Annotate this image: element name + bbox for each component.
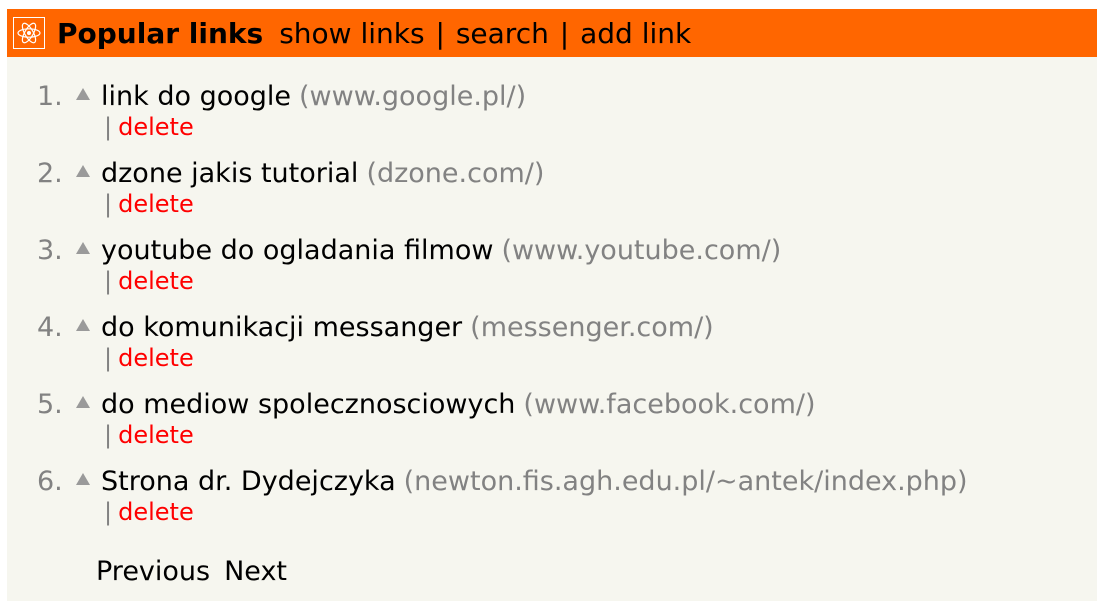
delete-link[interactable]: delete <box>118 421 194 449</box>
item-rank: 6. <box>37 466 63 497</box>
item-subline: | delete <box>104 112 194 142</box>
upvote-triangle-icon[interactable] <box>76 396 90 408</box>
upvote-triangle-icon[interactable] <box>76 473 90 485</box>
item-domain: (www.youtube.com/) <box>501 235 782 266</box>
pagination: Previous Next <box>96 554 301 590</box>
item-title-line: do mediow spolecznosciowych (www.facebook… <box>101 387 816 426</box>
item-title-link[interactable]: youtube do ogladania filmow <box>101 235 493 266</box>
item-rank: 1. <box>37 81 63 112</box>
item-title-line: youtube do ogladania filmow (www.youtube.… <box>101 233 781 272</box>
upvote-triangle-icon[interactable] <box>76 165 90 177</box>
item-title-link[interactable]: dzone jakis tutorial <box>101 158 358 189</box>
item-subline: | delete <box>104 497 194 527</box>
item-rank: 2. <box>37 158 63 189</box>
item-title-link[interactable]: do mediow spolecznosciowych <box>101 389 515 420</box>
item-rank: 5. <box>37 389 63 420</box>
delete-link[interactable]: delete <box>118 267 194 295</box>
item-subline: | delete <box>104 343 194 373</box>
list-item: 2. dzone jakis tutorial (dzone.com/) | del… <box>7 156 1097 233</box>
atom-icon[interactable] <box>13 17 45 49</box>
list-item: 4. do komunikacji messanger (messenger.co… <box>7 310 1097 387</box>
item-subline: | delete <box>104 420 194 450</box>
delete-link[interactable]: delete <box>118 113 194 141</box>
upvote-triangle-icon[interactable] <box>76 88 90 100</box>
item-domain: (messenger.com/) <box>470 312 714 343</box>
list-item: 1. link do google (www.google.pl/) | delet… <box>7 79 1097 156</box>
delete-link[interactable]: delete <box>118 344 194 372</box>
top-bar: Popular links show links | search | add … <box>7 9 1097 57</box>
next-link[interactable]: Next <box>224 556 287 587</box>
item-domain: (newton.fis.agh.edu.pl/~antek/index.php) <box>403 466 968 497</box>
top-nav: show links | search | add link <box>279 17 691 50</box>
subline-separator: | <box>104 421 113 449</box>
item-rank: 3. <box>37 235 63 266</box>
subline-separator: | <box>104 113 113 141</box>
delete-link[interactable]: delete <box>118 190 194 218</box>
list-item: 5. do mediow spolecznosciowych (www.faceb… <box>7 387 1097 464</box>
upvote-triangle-icon[interactable] <box>76 242 90 254</box>
item-domain: (www.facebook.com/) <box>523 389 816 420</box>
nav-separator: | <box>559 16 570 50</box>
item-title-link[interactable]: link do google <box>101 81 291 112</box>
nav-search[interactable]: search <box>456 17 549 50</box>
item-rank: 4. <box>37 312 63 343</box>
subline-separator: | <box>104 344 113 372</box>
item-subline: | delete <box>104 266 194 296</box>
item-domain: (www.google.pl/) <box>299 81 527 112</box>
item-domain: (dzone.com/) <box>366 158 545 189</box>
subline-separator: | <box>104 498 113 526</box>
nav-add-link[interactable]: add link <box>580 17 691 50</box>
subline-separator: | <box>104 267 113 295</box>
site-title[interactable]: Popular links <box>57 17 263 50</box>
upvote-triangle-icon[interactable] <box>76 319 90 331</box>
previous-link[interactable]: Previous <box>96 556 210 587</box>
list-item: 3. youtube do ogladania filmow (www.youtu… <box>7 233 1097 310</box>
nav-separator: | <box>435 16 445 50</box>
links-list: 1. link do google (www.google.pl/) | delet… <box>7 79 1097 541</box>
item-subline: | delete <box>104 189 194 219</box>
item-title-link[interactable]: do komunikacji messanger <box>101 312 462 343</box>
page-frame: Popular links show links | search | add … <box>7 9 1097 601</box>
item-title-line: Strona dr. Dydejczyka (newton.fis.agh.edu… <box>101 464 968 503</box>
subline-separator: | <box>104 190 113 218</box>
item-title-link[interactable]: Strona dr. Dydejczyka <box>101 466 396 497</box>
nav-show-links[interactable]: show links <box>279 17 424 50</box>
list-item: 6. Strona dr. Dydejczyka (newton.fis.agh.… <box>7 464 1097 541</box>
delete-link[interactable]: delete <box>118 498 194 526</box>
